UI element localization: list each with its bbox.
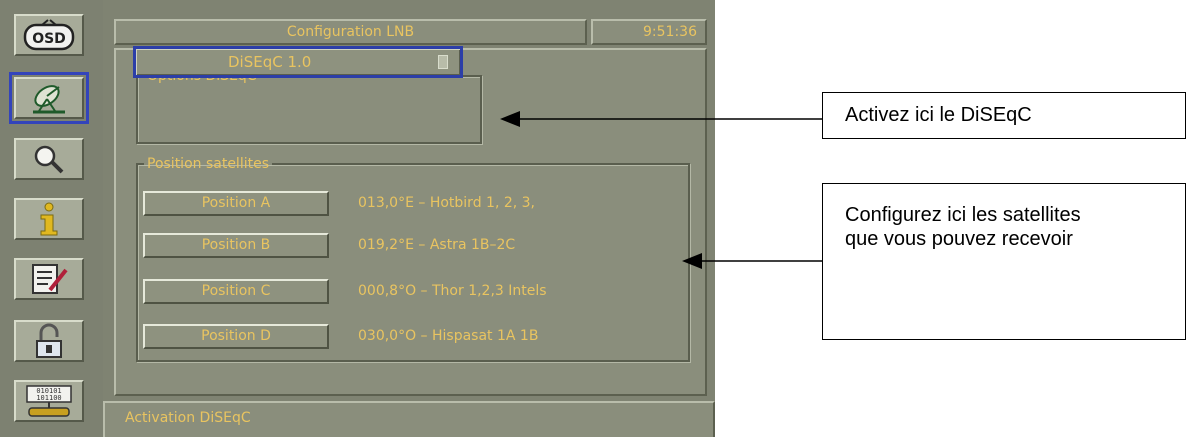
diseqc-arrow-head — [500, 111, 520, 127]
satellites-callout-line1: Configurez ici les satellites — [845, 204, 1081, 226]
satellites-callout-line2: que vous pouvez recevoir — [845, 228, 1073, 250]
diseqc-callout: Activez ici le DiSEqC — [822, 92, 1186, 139]
satellites-arrow-head — [682, 253, 702, 269]
satellites-callout: Configurez ici les satellites que vous p… — [822, 183, 1186, 340]
diseqc-callout-text: Activez ici le DiSEqC — [845, 104, 1032, 126]
